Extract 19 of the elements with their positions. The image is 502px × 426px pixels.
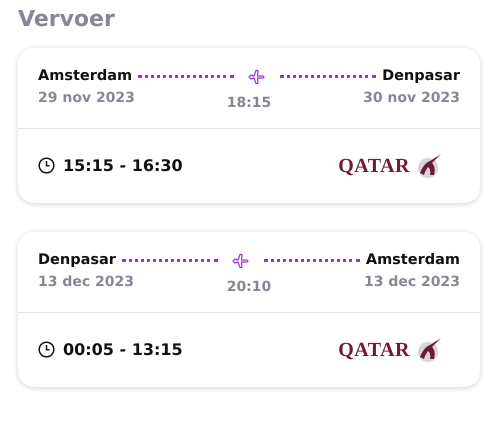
flight-duration: 18:15 bbox=[226, 94, 272, 113]
clock-icon bbox=[38, 341, 55, 358]
airline-name: QATAR bbox=[338, 338, 410, 362]
flight-times: 15:15 - 16:30 bbox=[63, 154, 183, 177]
airplane-icon bbox=[232, 252, 250, 269]
city-name: Amsterdam bbox=[38, 67, 132, 86]
airplane-icon bbox=[248, 68, 266, 85]
city-name: Denpasar bbox=[38, 250, 116, 270]
flight-duration: 20:10 bbox=[226, 278, 272, 296]
arrival-date: 30 nov 2023 bbox=[363, 88, 460, 108]
airline-name: QATAR bbox=[338, 154, 410, 179]
section-title: Vervoer bbox=[18, 6, 116, 34]
city-name: Denpasar bbox=[382, 67, 460, 86]
clock-icon bbox=[38, 157, 55, 174]
flight-times: 00:05 - 13:15 bbox=[63, 338, 183, 360]
departure-date: 29 nov 2023 bbox=[38, 88, 135, 108]
departure-date: 13 dec 2023 bbox=[38, 272, 134, 292]
arrival-date: 13 dec 2023 bbox=[364, 272, 460, 292]
city-name: Amsterdam bbox=[366, 250, 460, 270]
